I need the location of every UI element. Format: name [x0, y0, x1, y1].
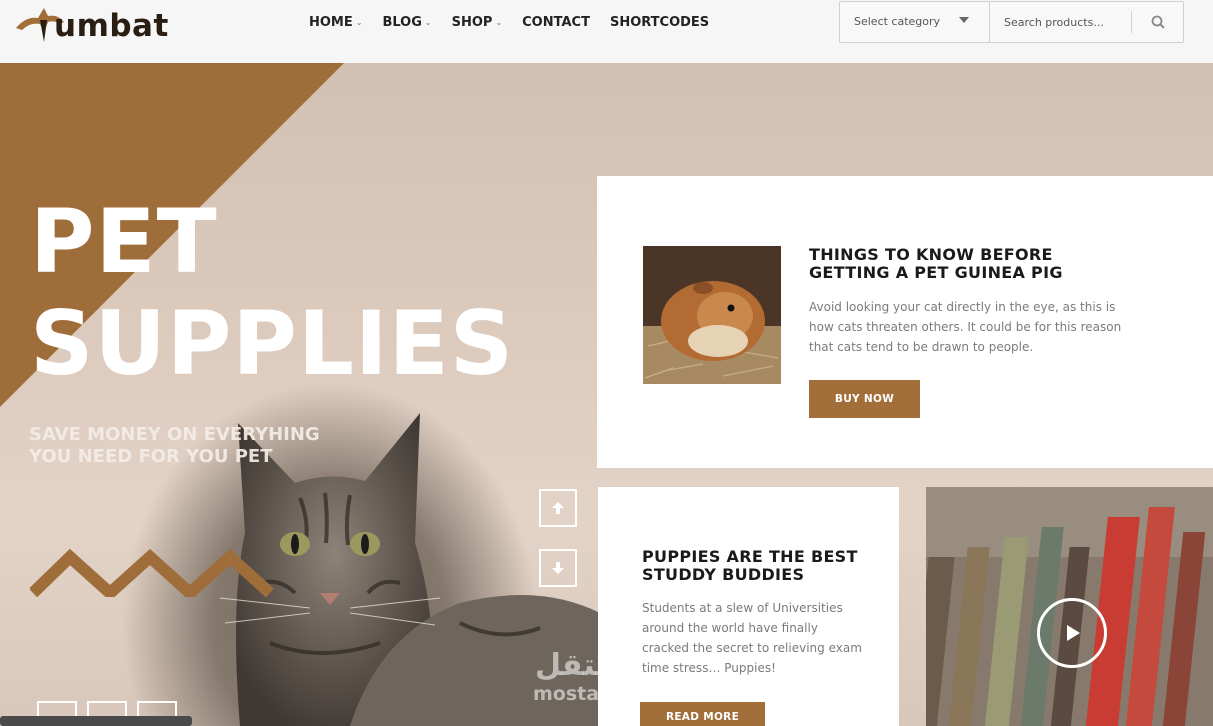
play-icon [1067, 625, 1080, 641]
play-button[interactable] [1037, 598, 1107, 668]
nav-shop-label: SHOP [451, 14, 493, 30]
chevron-down-icon: ⌄ [495, 17, 503, 27]
card1-title[interactable]: THINGS TO KNOW BEFORE GETTING A PET GUIN… [809, 246, 1063, 282]
zigzag-decoration [30, 549, 275, 597]
card2-excerpt-line2: around the world have finally [642, 621, 818, 635]
search-icon [1151, 15, 1165, 29]
nav-home[interactable]: HOME ⌄ [309, 14, 362, 30]
arrow-up-icon [552, 502, 564, 514]
nav-contact[interactable]: CONTACT [522, 14, 590, 30]
logo[interactable]: umbat [14, 2, 184, 46]
search-button[interactable] [1132, 2, 1184, 42]
card1-excerpt-line1: Avoid looking your cat directly in the e… [809, 300, 1116, 314]
category-select[interactable]: Select category [840, 2, 990, 42]
card1-excerpt: Avoid looking your cat directly in the e… [809, 297, 1121, 357]
card1-excerpt-line3: that cats tend to be drawn to people. [809, 340, 1034, 354]
card2-title[interactable]: PUPPIES ARE THE BEST STUDDY BUDDIES [642, 548, 858, 584]
card2-excerpt-line3: cracked the secret to relieving exam [642, 641, 862, 655]
card1-title-line1: THINGS TO KNOW BEFORE [809, 245, 1053, 264]
card2-excerpt-line1: Students at a slew of Universities [642, 601, 843, 615]
search-input[interactable] [990, 2, 1132, 42]
chevron-down-icon: ⌄ [424, 17, 432, 27]
arrow-down-icon [552, 562, 564, 574]
hero-title-line1: PET [30, 190, 218, 293]
site-header: umbat HOME ⌄ BLOG ⌄ SHOP ⌄ CONTACT SHORTCOD… [0, 0, 1213, 63]
hero-subtitle-line2: YOU NEED FOR YOU PET [29, 446, 273, 467]
nav-shop[interactable]: SHOP ⌄ [452, 14, 503, 30]
main-nav: HOME ⌄ BLOG ⌄ SHOP ⌄ CONTACT SHORTCODES [309, 14, 729, 30]
slider-up-button[interactable] [539, 489, 577, 527]
read-more-button[interactable]: READ MORE [640, 702, 765, 726]
nav-blog[interactable]: BLOG ⌄ [382, 14, 431, 30]
hero-subtitle-line1: SAVE MONEY ON EVERYHING [29, 424, 320, 445]
card2-excerpt: Students at a slew of Universities aroun… [642, 598, 862, 678]
hero-subtitle: SAVE MONEY ON EVERYHING YOU NEED FOR YOU… [29, 424, 320, 468]
video-tile[interactable] [926, 487, 1213, 726]
nav-blog-label: BLOG [382, 14, 422, 30]
nav-contact-label: CONTACT [522, 14, 590, 30]
card1-title-line2: GETTING A PET GUINEA PIG [809, 263, 1063, 282]
card2-title-line2: STUDDY BUDDIES [642, 565, 805, 584]
dropdown-triangle-icon [959, 17, 969, 23]
buy-now-button[interactable]: BUY NOW [809, 380, 920, 418]
hero-title-line2: SUPPLIES [30, 292, 515, 395]
slider-down-button[interactable] [539, 549, 577, 587]
card1-excerpt-line2: how cats threaten others. It could be fo… [809, 320, 1122, 334]
watermark-arabic: مستقل [535, 648, 645, 683]
card2-title-line1: PUPPIES ARE THE BEST [642, 547, 858, 566]
horizontal-scrollbar[interactable] [0, 716, 192, 726]
product-search: Select category [839, 1, 1184, 43]
logo-text: umbat [54, 8, 169, 44]
nav-home-label: HOME [309, 14, 353, 30]
guinea-pig-image [643, 246, 781, 384]
nav-shortcodes[interactable]: SHORTCODES [610, 14, 709, 30]
chevron-down-icon: ⌄ [355, 17, 363, 27]
hero-slider: PET SUPPLIES SAVE MONEY ON EVERYHING YOU… [0, 63, 1213, 726]
category-select-value: Select category [854, 15, 941, 28]
watermark: مستقل mostaql.com [533, 648, 671, 706]
watermark-latin: mostaql.com [533, 683, 671, 705]
featured-post-card: THINGS TO KNOW BEFORE GETTING A PET GUIN… [597, 176, 1213, 468]
card2-excerpt-line4: time stress… Puppies! [642, 661, 776, 675]
nav-shortcodes-label: SHORTCODES [609, 14, 710, 30]
